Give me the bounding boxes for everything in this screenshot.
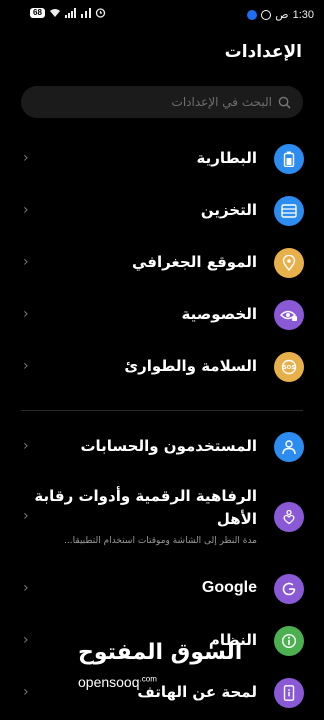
chevron-left-icon: ‹ xyxy=(23,202,29,218)
alarm-icon xyxy=(95,8,106,18)
app-notification-icon xyxy=(261,9,272,20)
settings-item-label: التخزين xyxy=(200,201,257,219)
opensooq-watermark: السوق المفتوح opensooq.com xyxy=(78,640,243,690)
storage-icon xyxy=(274,196,304,226)
search-input[interactable] xyxy=(70,94,274,110)
settings-item-label: البطارية xyxy=(196,149,257,167)
settings-item-label: Google xyxy=(201,579,257,596)
settings-item-label: الموقع الجغرافي xyxy=(131,253,257,271)
chevron-left-icon: ‹ xyxy=(23,306,29,322)
chevron-left-icon: ‹ xyxy=(23,684,29,700)
phone-info-icon xyxy=(274,678,304,708)
status-time: 1:30 xyxy=(292,8,314,21)
signal-secondary-icon xyxy=(80,7,91,18)
settings-item-label-continued: الأهل xyxy=(216,510,257,528)
google-icon xyxy=(274,574,304,604)
settings-item-users-accounts[interactable]: المستخدمون والحسابات ‹ xyxy=(0,430,324,464)
chevron-left-icon: ‹ xyxy=(23,508,29,524)
watermark-latin: opensooq.com xyxy=(78,674,157,690)
watermark-latin-name: opensooq xyxy=(78,674,140,690)
settings-item-label: المستخدمون والحسابات xyxy=(80,437,257,455)
search-icon xyxy=(278,96,291,109)
signal-icon xyxy=(64,7,76,18)
settings-item-safety-emergency[interactable]: SOS السلامة والطوارئ ‹ xyxy=(0,350,324,384)
settings-item-subtitle: مدة النظر إلى الشاشة وموقتات استخدام الت… xyxy=(64,536,257,546)
watermark-latin-suffix: .com xyxy=(139,674,157,684)
settings-item-label: الرفاهية الرقمية وأدوات رقابة xyxy=(34,487,257,505)
status-bar: ص 1:30 68 xyxy=(0,0,324,30)
settings-item-label: السلامة والطوارئ xyxy=(124,357,257,375)
svg-text:SOS: SOS xyxy=(283,365,296,371)
chevron-left-icon: ‹ xyxy=(23,580,29,596)
status-period: ص xyxy=(275,9,289,21)
notification-dot-icon xyxy=(247,9,258,20)
settings-item-label: الخصوصية xyxy=(181,305,257,323)
settings-item-battery[interactable]: البطارية ‹ xyxy=(0,142,324,176)
settings-item-digital-wellbeing[interactable]: الرفاهية الرقمية وأدوات رقابة الأهل مدة … xyxy=(0,484,324,550)
battery-level-badge: 68 xyxy=(30,7,45,18)
location-icon xyxy=(274,248,304,278)
battery-icon xyxy=(274,144,304,174)
user-icon xyxy=(274,432,304,462)
settings-item-storage[interactable]: التخزين ‹ xyxy=(0,194,324,228)
chevron-left-icon: ‹ xyxy=(23,254,29,270)
wifi-icon xyxy=(49,8,60,17)
chevron-left-icon: ‹ xyxy=(23,632,29,648)
chevron-left-icon: ‹ xyxy=(23,438,29,454)
wellbeing-icon xyxy=(274,502,304,532)
settings-item-about-phone[interactable]: لمحة عن الهاتف ‹ xyxy=(0,676,324,710)
chevron-left-icon: ‹ xyxy=(23,358,29,374)
status-right: ص 1:30 xyxy=(247,8,314,21)
system-icon xyxy=(274,626,304,656)
sos-icon: SOS xyxy=(274,352,304,382)
settings-item-privacy[interactable]: الخصوصية ‹ xyxy=(0,298,324,332)
privacy-icon xyxy=(274,300,304,330)
settings-item-google[interactable]: Google ‹ xyxy=(0,572,324,606)
page-title: الإعدادات xyxy=(224,42,302,62)
watermark-arabic: السوق المفتوح xyxy=(78,640,243,665)
section-divider xyxy=(21,410,303,411)
search-bar[interactable] xyxy=(21,86,303,118)
status-left: 68 xyxy=(30,7,106,18)
chevron-left-icon: ‹ xyxy=(23,150,29,166)
settings-item-location[interactable]: الموقع الجغرافي ‹ xyxy=(0,246,324,280)
